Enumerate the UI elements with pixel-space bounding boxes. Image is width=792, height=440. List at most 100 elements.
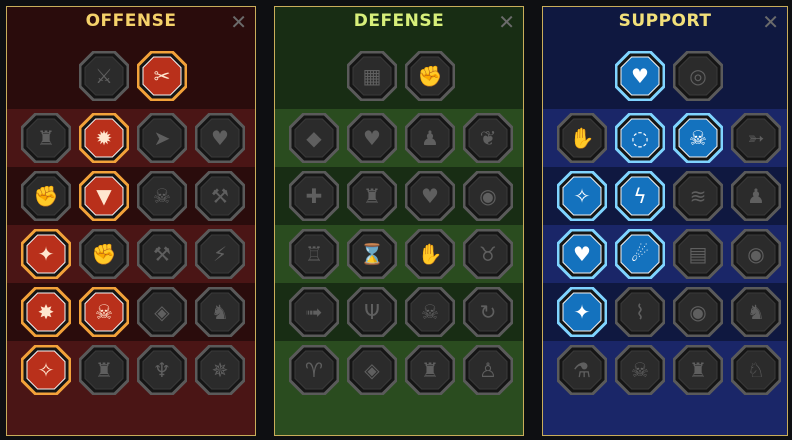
healer-icon[interactable]: ✚: [289, 171, 339, 221]
winged-shield-icon[interactable]: ◈: [347, 345, 397, 395]
shield-stripes-icon[interactable]: ◈: [137, 287, 187, 337]
warrior-stance-frame: [195, 287, 245, 337]
flexed-arm-icon[interactable]: ✊: [21, 171, 71, 221]
winged-helm-icon[interactable]: ♜: [21, 113, 71, 163]
blade-drop-icon[interactable]: ✦: [21, 229, 71, 279]
chevron-shield-frame: [289, 113, 339, 163]
blade-slash-icon[interactable]: ✂: [137, 51, 187, 101]
skull-heart-icon[interactable]: ♥: [405, 171, 455, 221]
support-panel: SUPPORT ✕ ♥ ◎ ✋ ◌ ☠ ➳ ✧ ϟ ≋ ♟ ♥ ☄ ▤ ◉ ✦ ⌇ ◉ ♞ ⚗ ☠ ♜ ♘: [542, 6, 788, 436]
dancer-icon[interactable]: ♞: [731, 287, 781, 337]
crossed-swords-frame: [79, 51, 129, 101]
shield-wave-icon[interactable]: ◌: [615, 113, 665, 163]
bull-head-icon[interactable]: ♉: [463, 229, 513, 279]
eagle-head-icon[interactable]: ♘: [731, 345, 781, 395]
comet-icon[interactable]: ☄: [615, 229, 665, 279]
leaf-blade-icon[interactable]: ❦: [463, 113, 513, 163]
horned-head-icon[interactable]: ♈: [289, 345, 339, 395]
heart-plus-icon[interactable]: ♥: [615, 51, 665, 101]
chevron-shield-icon[interactable]: ◆: [289, 113, 339, 163]
shield-arrow-icon[interactable]: ➤: [137, 113, 187, 163]
open-hand-icon[interactable]: ✋: [405, 229, 455, 279]
sword-sparkle-icon[interactable]: ✧: [21, 345, 71, 395]
support-close-icon[interactable]: ✕: [762, 10, 779, 34]
flame-skull-frame: [673, 113, 723, 163]
heart-chain-icon[interactable]: ♥: [557, 229, 607, 279]
fire-burst-icon[interactable]: ✹: [79, 113, 129, 163]
helmet-face-icon[interactable]: ♜: [405, 345, 455, 395]
offense-panel: OFFENSE ✕ ⚔ ✂ ♜ ✹ ➤ ♥ ✊ ▼ ☠ ⚒ ✦ ✊ ⚒ ⚡ ✸ ☠ ◈ ♞ ✧ ♜ ♆ ✵: [6, 6, 256, 436]
heart-bolt-frame: [195, 113, 245, 163]
lightning-shield-frame: [615, 171, 665, 221]
knight-shield-icon[interactable]: ♜: [347, 171, 397, 221]
skull-frame: [615, 345, 665, 395]
all-seeing-eye-icon[interactable]: ◉: [673, 287, 723, 337]
hourglass-sun-icon[interactable]: ⌛: [347, 229, 397, 279]
runner-icon[interactable]: ➟: [289, 287, 339, 337]
offense-close-icon[interactable]: ✕: [230, 10, 247, 34]
raised-fist-icon[interactable]: ✊: [405, 51, 455, 101]
swirl-eye-frame: [673, 51, 723, 101]
poison-potion-icon[interactable]: ⚗: [557, 345, 607, 395]
tower-frame: [289, 229, 339, 279]
open-book-frame: [673, 229, 723, 279]
heart-bolt-icon[interactable]: ♥: [195, 113, 245, 163]
skull-crown-icon[interactable]: ☠: [79, 287, 129, 337]
fist-punch-icon[interactable]: ✊: [79, 229, 129, 279]
silhouette-icon[interactable]: ♟: [731, 171, 781, 221]
halo-head-icon[interactable]: ◉: [463, 171, 513, 221]
skull-icon[interactable]: ☠: [615, 345, 665, 395]
crossed-swords-icon[interactable]: ⚔: [79, 51, 129, 101]
star-compass-icon[interactable]: ✦: [557, 287, 607, 337]
skull-wind-icon[interactable]: ☠: [137, 171, 187, 221]
muscle-man-frame: [405, 113, 455, 163]
cycle-strike-icon[interactable]: ↻: [463, 287, 513, 337]
wing-arrow-icon[interactable]: ➳: [731, 113, 781, 163]
spiked-skull-icon[interactable]: ☠: [405, 287, 455, 337]
all-seeing-eye-frame: [673, 287, 723, 337]
spartan-helm-icon[interactable]: ♜: [673, 345, 723, 395]
fist-punch-frame: [79, 229, 129, 279]
winged-helm-frame: [21, 113, 71, 163]
tower-icon[interactable]: ♖: [289, 229, 339, 279]
healer-frame: [289, 171, 339, 221]
spear-burst-icon[interactable]: ✸: [21, 287, 71, 337]
evil-eyes-icon[interactable]: ◉: [731, 229, 781, 279]
triple-claw-icon[interactable]: Ψ: [347, 287, 397, 337]
muscle-man-icon[interactable]: ♟: [405, 113, 455, 163]
running-boot-frame: [615, 287, 665, 337]
meditating-man-icon[interactable]: ♙: [463, 345, 513, 395]
swirl-eye-icon[interactable]: ◎: [673, 51, 723, 101]
brick-wall-icon[interactable]: ▦: [347, 51, 397, 101]
defense-close-icon[interactable]: ✕: [498, 10, 515, 34]
open-hand-frame: [405, 229, 455, 279]
fanged-maw-icon[interactable]: ▼: [79, 171, 129, 221]
raised-fist-frame: [405, 51, 455, 101]
praying-hands-icon[interactable]: ✋: [557, 113, 607, 163]
dual-axes-icon[interactable]: ⚒: [137, 229, 187, 279]
skull-heart-frame: [405, 171, 455, 221]
chain-bolt-icon[interactable]: ⚡: [195, 229, 245, 279]
heart-shield-icon[interactable]: ♥: [347, 113, 397, 163]
support-title: SUPPORT: [618, 11, 712, 31]
spiked-skull-frame: [405, 287, 455, 337]
silhouette-frame: [731, 171, 781, 221]
poison-potion-frame: [557, 345, 607, 395]
ascension-icon[interactable]: ✧: [557, 171, 607, 221]
brick-wall-frame: [347, 51, 397, 101]
leaf-blade-frame: [463, 113, 513, 163]
star-compass-frame: [557, 287, 607, 337]
lightning-shield-icon[interactable]: ϟ: [615, 171, 665, 221]
wind-streak-icon[interactable]: ≋: [673, 171, 723, 221]
knight-helm-icon[interactable]: ♜: [79, 345, 129, 395]
flame-skull-icon[interactable]: ☠: [673, 113, 723, 163]
axe-strike-icon[interactable]: ⚒: [195, 171, 245, 221]
spiked-shield-icon[interactable]: ✵: [195, 345, 245, 395]
warrior-stance-icon[interactable]: ♞: [195, 287, 245, 337]
flexed-arm-frame: [21, 171, 71, 221]
dancer-frame: [731, 287, 781, 337]
demon-icon[interactable]: ♆: [137, 345, 187, 395]
running-boot-icon[interactable]: ⌇: [615, 287, 665, 337]
runner-frame: [289, 287, 339, 337]
open-book-icon[interactable]: ▤: [673, 229, 723, 279]
